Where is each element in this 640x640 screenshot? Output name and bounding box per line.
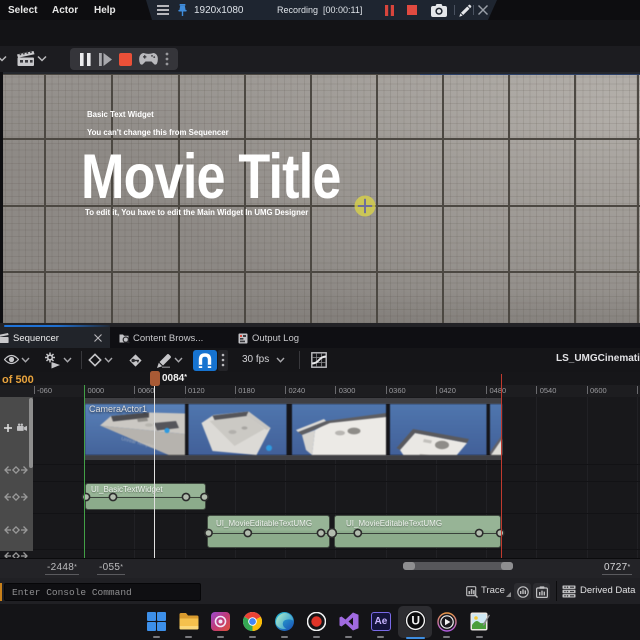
svg-text:U: U — [411, 613, 420, 627]
